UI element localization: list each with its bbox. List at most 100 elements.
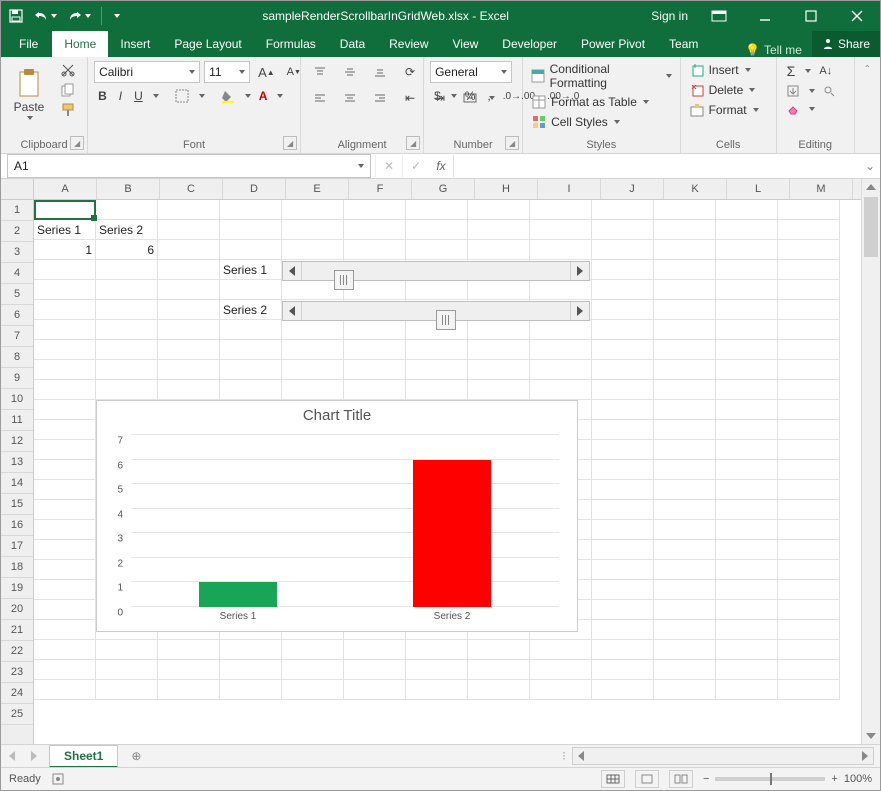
- row-header-10[interactable]: 10: [1, 389, 33, 410]
- tab-review[interactable]: Review: [377, 31, 440, 57]
- scrollbar-left-arrow[interactable]: [283, 262, 302, 280]
- cell-C6[interactable]: [158, 300, 220, 320]
- cell-J2[interactable]: [592, 220, 654, 240]
- cell-J11[interactable]: [592, 400, 654, 420]
- col-header-L[interactable]: L: [727, 179, 790, 199]
- cell-B1[interactable]: [96, 200, 158, 220]
- cell-A7[interactable]: [34, 320, 96, 340]
- col-header-D[interactable]: D: [223, 179, 286, 199]
- cell-M5[interactable]: [778, 280, 840, 300]
- cell-J6[interactable]: [592, 300, 654, 320]
- cell-B3[interactable]: 6: [96, 240, 158, 260]
- tab-team[interactable]: Team: [657, 31, 710, 57]
- tab-view[interactable]: View: [441, 31, 491, 57]
- hscroll-right-icon[interactable]: [857, 748, 873, 764]
- cell-B7[interactable]: [96, 320, 158, 340]
- cell-H9[interactable]: [468, 360, 530, 380]
- hscroll-left-icon[interactable]: [573, 748, 589, 764]
- cell-C25[interactable]: [158, 680, 220, 700]
- cell-E24[interactable]: [282, 660, 344, 680]
- cell-I10[interactable]: [530, 380, 592, 400]
- cell-J9[interactable]: [592, 360, 654, 380]
- cell-L9[interactable]: [716, 360, 778, 380]
- scrollbar-right-arrow[interactable]: [570, 262, 589, 280]
- fx-icon[interactable]: fx: [429, 159, 453, 173]
- cell-K5[interactable]: [654, 280, 716, 300]
- cell-B25[interactable]: [96, 680, 158, 700]
- cell-K21[interactable]: [654, 600, 716, 620]
- macro-record-icon[interactable]: [51, 772, 65, 786]
- cell-B9[interactable]: [96, 360, 158, 380]
- worksheet-grid[interactable]: Series 1Series 216Series 1Series 2 Chart…: [34, 200, 861, 744]
- cell-M19[interactable]: [778, 560, 840, 580]
- row-header-5[interactable]: 5: [1, 284, 33, 305]
- zoom-in-icon[interactable]: +: [831, 773, 837, 785]
- cell-B6[interactable]: [96, 300, 158, 320]
- format-painter-icon[interactable]: [57, 101, 79, 119]
- tab-formulas[interactable]: Formulas: [254, 31, 328, 57]
- cell-A21[interactable]: [34, 600, 96, 620]
- number-format-select[interactable]: General: [430, 61, 512, 83]
- cell-D6[interactable]: Series 2: [220, 300, 282, 320]
- conditional-formatting-button[interactable]: Conditional Formatting: [529, 61, 674, 91]
- cell-styles-button[interactable]: Cell Styles: [529, 113, 622, 131]
- cell-D8[interactable]: [220, 340, 282, 360]
- cell-J3[interactable]: [592, 240, 654, 260]
- cell-K3[interactable]: [654, 240, 716, 260]
- align-center-icon[interactable]: [337, 87, 363, 109]
- copy-icon[interactable]: [57, 81, 79, 99]
- cell-F23[interactable]: [344, 640, 406, 660]
- cell-C9[interactable]: [158, 360, 220, 380]
- cell-B24[interactable]: [96, 660, 158, 680]
- cell-M8[interactable]: [778, 340, 840, 360]
- cell-M20[interactable]: [778, 580, 840, 600]
- cell-L22[interactable]: [716, 620, 778, 640]
- cell-E9[interactable]: [282, 360, 344, 380]
- row-header-20[interactable]: 20: [1, 599, 33, 620]
- cell-C2[interactable]: [158, 220, 220, 240]
- row-header-9[interactable]: 9: [1, 368, 33, 389]
- cell-K17[interactable]: [654, 520, 716, 540]
- cell-F1[interactable]: [344, 200, 406, 220]
- format-as-table-button[interactable]: Format as Table: [529, 93, 651, 111]
- cell-C23[interactable]: [158, 640, 220, 660]
- cell-J8[interactable]: [592, 340, 654, 360]
- cell-D24[interactable]: [220, 660, 282, 680]
- insert-cells-button[interactable]: Insert: [687, 61, 753, 79]
- cell-J10[interactable]: [592, 380, 654, 400]
- cell-K4[interactable]: [654, 260, 716, 280]
- row-header-18[interactable]: 18: [1, 557, 33, 578]
- cell-L12[interactable]: [716, 420, 778, 440]
- cell-M16[interactable]: [778, 500, 840, 520]
- cell-K13[interactable]: [654, 440, 716, 460]
- ribbon-options-icon[interactable]: [696, 1, 742, 31]
- cell-M14[interactable]: [778, 460, 840, 480]
- cell-J15[interactable]: [592, 480, 654, 500]
- col-header-F[interactable]: F: [349, 179, 412, 199]
- cell-I8[interactable]: [530, 340, 592, 360]
- row-header-7[interactable]: 7: [1, 326, 33, 347]
- cell-C5[interactable]: [158, 280, 220, 300]
- cell-A1[interactable]: [34, 200, 96, 220]
- cell-J7[interactable]: [592, 320, 654, 340]
- cell-K16[interactable]: [654, 500, 716, 520]
- paste-button[interactable]: Paste: [7, 61, 51, 127]
- font-launcher[interactable]: ◢: [283, 136, 297, 150]
- cell-L20[interactable]: [716, 580, 778, 600]
- fill-icon[interactable]: [783, 83, 803, 99]
- cell-H1[interactable]: [468, 200, 530, 220]
- cell-G25[interactable]: [406, 680, 468, 700]
- cell-J13[interactable]: [592, 440, 654, 460]
- save-icon[interactable]: [9, 9, 23, 23]
- col-header-J[interactable]: J: [601, 179, 664, 199]
- orientation-icon[interactable]: ⟳: [397, 61, 423, 83]
- cell-B8[interactable]: [96, 340, 158, 360]
- cell-L24[interactable]: [716, 660, 778, 680]
- row-headers[interactable]: 1234567891011121314151617181920212223242…: [1, 200, 34, 744]
- col-header-I[interactable]: I: [538, 179, 601, 199]
- view-page-layout-icon[interactable]: [635, 770, 659, 788]
- row-header-17[interactable]: 17: [1, 536, 33, 557]
- cell-A15[interactable]: [34, 480, 96, 500]
- cell-A14[interactable]: [34, 460, 96, 480]
- cell-K2[interactable]: [654, 220, 716, 240]
